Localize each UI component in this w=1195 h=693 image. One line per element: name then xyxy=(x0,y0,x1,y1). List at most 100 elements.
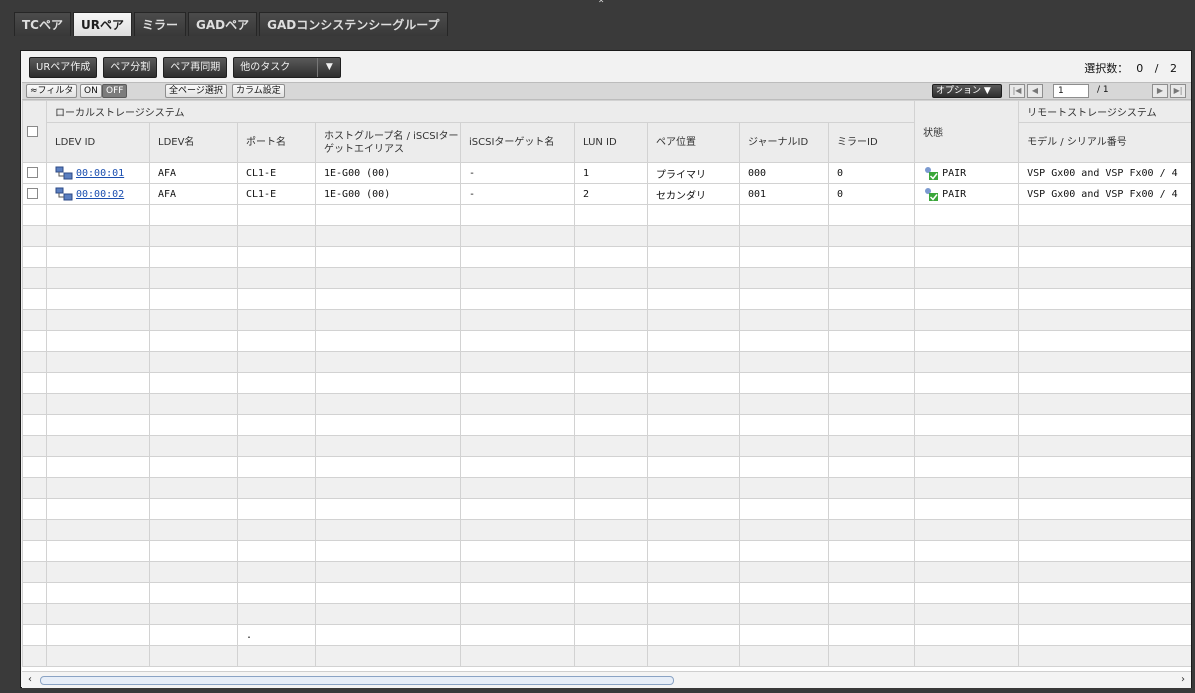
empty-table-row xyxy=(22,225,1191,247)
ldev-icon xyxy=(55,166,73,180)
scroll-right-icon[interactable]: › xyxy=(1181,674,1185,685)
row-checkbox[interactable] xyxy=(27,167,38,179)
scrollbar-thumb[interactable] xyxy=(40,676,674,685)
options-button[interactable]: オプション ▼ xyxy=(932,84,1002,98)
iscsi-target-cell: - xyxy=(460,183,575,205)
page-number-input[interactable]: 1 xyxy=(1053,84,1089,98)
scroll-left-icon[interactable]: ‹ xyxy=(28,674,32,685)
host-group-cell: 1E-G00 (00) xyxy=(315,162,461,184)
ldev-name-cell: AFA xyxy=(149,162,238,184)
tab-mirror[interactable]: ミラー xyxy=(134,12,187,36)
ldev-id-link[interactable]: 00:00:01 xyxy=(76,168,124,179)
column-settings-button[interactable]: カラム設定 xyxy=(232,84,285,98)
filter-on-button[interactable]: ON xyxy=(80,84,102,98)
tab-ur-pair[interactable]: URペア xyxy=(73,12,132,36)
empty-table-row xyxy=(22,393,1191,415)
tab-gad-consistency-group[interactable]: GADコンシステンシーグループ xyxy=(259,12,448,36)
port-cell: CL1-E xyxy=(237,183,316,205)
host-group-column-header[interactable]: ホストグループ名 / iSCSIターゲットエイリアス xyxy=(315,122,461,163)
next-page-icon[interactable]: ▶ xyxy=(1152,84,1168,98)
filter-bar: ≈フィルタ ON OFF 全ページ選択 カラム設定 オプション ▼ |◀ ◀ 1… xyxy=(22,82,1191,100)
mirror-id-cell: 0 xyxy=(827,183,916,205)
ldev-name-column-header[interactable]: LDEV名 xyxy=(149,122,238,163)
first-page-icon[interactable]: |◀ xyxy=(1009,84,1025,98)
empty-table-row xyxy=(22,582,1191,604)
mirror-id-cell: 0 xyxy=(827,162,916,184)
pair-status-icon xyxy=(925,188,939,201)
dropdown-arrow-icon: ▼ xyxy=(983,86,991,96)
empty-table-row xyxy=(22,330,1191,352)
filter-label: フィルタ xyxy=(37,86,74,96)
collapse-caret-icon[interactable]: ⌃ xyxy=(597,0,607,10)
remote-storage-group-header: リモートストレージシステム xyxy=(1018,100,1191,123)
empty-table-row xyxy=(22,645,1191,667)
port-cell: CL1-E xyxy=(237,162,316,184)
mirror-id-column-header[interactable]: ミラーID xyxy=(827,122,916,163)
table-row[interactable]: 00:00:01 AFA CL1-E 1E-G00 (00) - 1 プライマリ… xyxy=(22,162,1191,184)
ldev-id-link[interactable]: 00:00:02 xyxy=(76,189,124,200)
prev-page-icon[interactable]: ◀ xyxy=(1027,84,1043,98)
last-page-icon[interactable]: ▶| xyxy=(1170,84,1186,98)
tab-gad-pair[interactable]: GADペア xyxy=(188,12,258,36)
lun-id-cell: 1 xyxy=(574,162,648,184)
filter-toggle-icon: ≈ xyxy=(30,86,38,96)
empty-table-row xyxy=(22,540,1191,562)
create-ur-pair-button[interactable]: URペア作成 xyxy=(29,57,98,78)
table-row[interactable]: 00:00:02 AFA CL1-E 1E-G00 (00) - 2 セカンダリ… xyxy=(22,183,1191,205)
selection-current: 0 xyxy=(1136,62,1144,75)
empty-table-row xyxy=(22,267,1191,289)
empty-table-row xyxy=(22,456,1191,478)
empty-table-row xyxy=(22,519,1191,541)
action-toolbar: URペア作成 ペア分割 ペア再同期 他のタスク ▼ xyxy=(29,57,342,78)
journal-id-cell: 000 xyxy=(739,162,829,184)
other-tasks-dropdown[interactable]: 他のタスク ▼ xyxy=(233,57,342,78)
empty-table-row xyxy=(22,498,1191,520)
model-serial-cell: VSP Gx00 and VSP Fx00 / 4 xyxy=(1018,162,1191,184)
resync-pair-button[interactable]: ペア再同期 xyxy=(163,57,228,78)
dropdown-arrow-icon: ▼ xyxy=(317,58,340,77)
empty-table-row xyxy=(22,477,1191,499)
selection-separator: / xyxy=(1154,62,1159,75)
stray-mark: . xyxy=(237,624,316,646)
select-all-checkbox[interactable] xyxy=(27,125,38,137)
journal-id-column-header[interactable]: ジャーナルID xyxy=(739,122,829,163)
page-total: / 1 xyxy=(1097,85,1109,95)
tab-bar: TCペア URペア ミラー GADペア GADコンシステンシーグループ xyxy=(14,12,448,37)
empty-table-row xyxy=(22,309,1191,331)
select-all-pages-button[interactable]: 全ページ選択 xyxy=(165,84,227,98)
iscsi-target-column-header[interactable]: iSCSIターゲット名 xyxy=(460,122,575,163)
pair-position-cell: セカンダリ xyxy=(647,183,740,205)
model-serial-cell: VSP Gx00 and VSP Fx00 / 4 xyxy=(1018,183,1191,205)
pair-status-icon xyxy=(925,167,939,180)
horizontal-scrollbar[interactable]: ‹ › xyxy=(22,671,1191,688)
journal-id-cell: 001 xyxy=(739,183,829,205)
empty-table-row xyxy=(22,351,1191,373)
empty-table-row xyxy=(22,288,1191,310)
ldev-icon xyxy=(55,187,73,201)
filter-off-button[interactable]: OFF xyxy=(102,84,128,98)
lun-id-cell: 2 xyxy=(574,183,648,205)
lun-id-column-header[interactable]: LUN ID xyxy=(574,122,648,163)
select-all-checkbox-cell xyxy=(22,100,47,163)
selection-total: 2 xyxy=(1170,62,1177,75)
row-checkbox[interactable] xyxy=(27,188,38,200)
empty-table-row xyxy=(22,204,1191,226)
tab-tc-pair[interactable]: TCペア xyxy=(14,12,71,36)
iscsi-target-cell: - xyxy=(460,162,575,184)
status-text: PAIR xyxy=(942,189,967,200)
selection-count: 選択数： 0 / 2 xyxy=(1084,60,1177,76)
empty-table-row xyxy=(22,435,1191,457)
pair-position-column-header[interactable]: ペア位置 xyxy=(647,122,740,163)
status-column-header[interactable]: 状態 xyxy=(914,100,1020,163)
port-column-header[interactable]: ポート名 xyxy=(237,122,316,163)
ldev-id-column-header[interactable]: LDEV ID xyxy=(46,122,150,163)
empty-table-row: . xyxy=(22,624,1191,646)
filter-toggle-button[interactable]: ≈フィルタ xyxy=(26,84,78,98)
status-text: PAIR xyxy=(942,168,967,179)
ur-pair-table: ローカルストレージシステム 状態 リモートストレージシステム LDEV ID L… xyxy=(22,100,1191,671)
empty-table-row xyxy=(22,372,1191,394)
model-serial-column-header[interactable]: モデル / シリアル番号 xyxy=(1018,122,1191,163)
empty-table-row xyxy=(22,246,1191,268)
split-pair-button[interactable]: ペア分割 xyxy=(103,57,158,78)
pair-position-cell: プライマリ xyxy=(647,162,740,184)
